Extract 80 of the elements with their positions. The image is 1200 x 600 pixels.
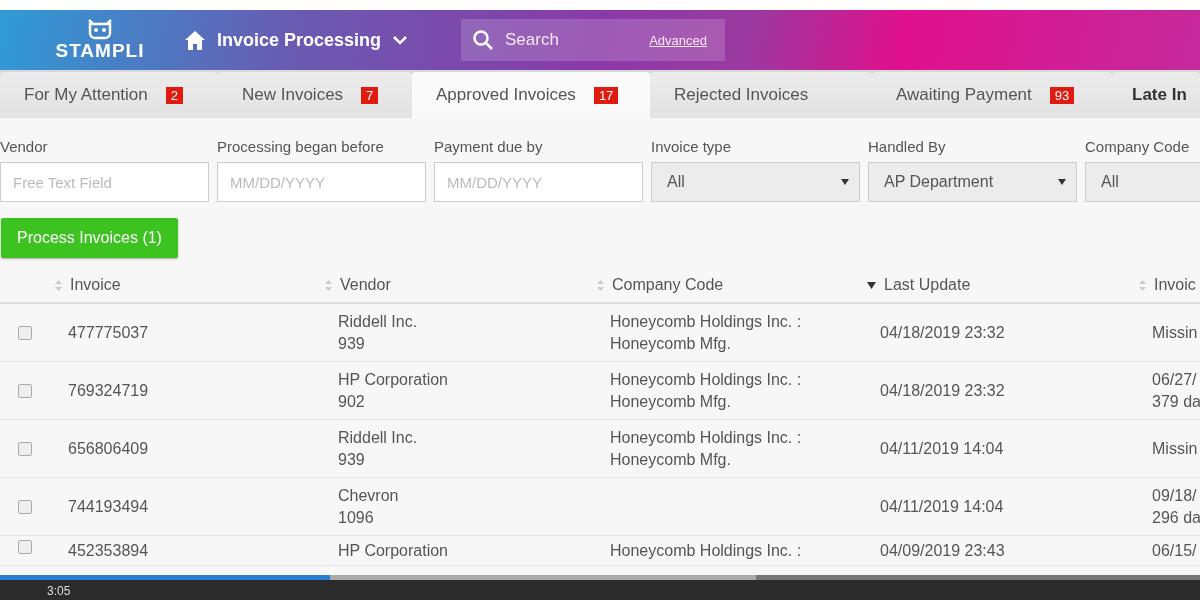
sort-icon[interactable] [55, 279, 62, 291]
filter-label: Company Code [1085, 138, 1191, 155]
row-checkbox[interactable] [18, 441, 32, 456]
table-cell-text: 04/18/2019 23:32 [880, 380, 1006, 401]
table-cell-text: Honeycomb Holdings Inc. : [610, 369, 803, 390]
filter-label: Invoice type [651, 138, 733, 155]
time-label: 3:05 [47, 584, 71, 598]
caret-icon [841, 179, 849, 185]
search-field[interactable]: Search Advanced [461, 19, 725, 61]
sort-icon[interactable] [597, 279, 604, 291]
caret-icon [1058, 179, 1066, 185]
table-cell-text: 477775037 [68, 322, 150, 343]
count-badge: 93 [1049, 86, 1075, 104]
tab[interactable]: New Invoices 7 [218, 72, 412, 118]
table-cell-text: 1096 [338, 507, 375, 528]
search-placeholder: Search [505, 30, 560, 50]
logo-text: STAMPLI [55, 40, 145, 62]
table-cell-text: Chevron [338, 485, 400, 506]
table-cell-text: Honeycomb Holdings Inc. : [610, 427, 803, 448]
table-cell-text: 939 [338, 449, 366, 470]
tab[interactable]: Late In [1112, 72, 1200, 118]
table-cell-text: Honeycomb Mfg. [610, 333, 732, 354]
dropdown[interactable]: All [651, 162, 860, 202]
input-field[interactable]: MM/DD/YYYY [434, 162, 643, 202]
tab[interactable]: Awaiting Payment 93 [872, 72, 1112, 118]
count-badge: 2 [165, 86, 183, 104]
input-field[interactable]: MM/DD/YYYY [217, 162, 426, 202]
filter-label: Processing began before [217, 138, 385, 155]
tab[interactable]: Approved Invoices 17 [412, 72, 650, 118]
table-cell-text: Honeycomb Mfg. [610, 449, 732, 470]
table-cell-text: Honeycomb Mfg. [610, 391, 732, 412]
table-cell-text: Honeycomb Holdings Inc. : [610, 311, 803, 332]
table-cell-text: 06/15/ [1152, 541, 1198, 561]
column-header[interactable]: Vendor [340, 276, 391, 294]
table-cell-text: Honeycomb Holdings Inc. : [610, 541, 803, 561]
table-cell-text: 656806409 [68, 438, 150, 459]
sort-icon[interactable] [325, 279, 332, 291]
table-cell-text: 939 [338, 333, 366, 354]
filter-label: Payment due by [434, 138, 544, 155]
column-header[interactable]: Company Code [612, 276, 724, 294]
filter-label: Vendor [0, 138, 49, 155]
dropdown[interactable]: AP Department [868, 162, 1077, 202]
row-checkbox[interactable] [18, 540, 32, 554]
table-cell-text: 769324719 [68, 380, 150, 401]
home-icon[interactable] [185, 30, 205, 50]
search-icon [473, 30, 493, 50]
row-checkbox[interactable] [18, 325, 32, 340]
table-cell-text: 04/18/2019 23:32 [880, 322, 1006, 343]
table-cell-text: Riddell Inc. [338, 427, 419, 448]
count-badge: 7 [361, 86, 379, 104]
row-checkbox[interactable] [18, 383, 32, 398]
table-cell-text: 452353894 [68, 541, 150, 561]
row-checkbox[interactable] [18, 499, 32, 514]
sort-descending-icon[interactable] [867, 281, 876, 289]
table-cell-text: HP Corporation [338, 369, 449, 390]
filter-label: Handled By [868, 138, 947, 155]
tab[interactable]: Rejected Invoices [650, 72, 872, 118]
advanced-search-link[interactable]: Advanced [649, 32, 707, 48]
column-header[interactable]: Last Update [884, 276, 971, 294]
table-cell-text: 744193494 [68, 496, 150, 517]
dropdown[interactable]: All [1085, 162, 1200, 202]
chevron-down-icon[interactable] [393, 35, 408, 45]
table-cell-text: HP Corporation [338, 541, 449, 561]
count-badge: 17 [593, 86, 619, 104]
app-menu[interactable]: Invoice Processing [217, 29, 382, 51]
input-field[interactable]: Free Text Field [0, 162, 209, 202]
table-cell-text: 04/09/2019 23:43 [880, 541, 1006, 561]
table-cell-text: 04/11/2019 14:04 [880, 496, 1005, 517]
table-cell-text: 09/18/ [1152, 485, 1198, 506]
sort-icon[interactable] [1139, 279, 1146, 291]
progress-track[interactable] [0, 575, 1200, 580]
table-cell-text: 06/27/ [1152, 369, 1198, 390]
column-header[interactable]: Invoice [70, 276, 121, 294]
column-header[interactable]: Invoic [1154, 276, 1196, 294]
table-cell-text: 902 [338, 391, 366, 412]
tab[interactable]: For My Attention 2 [0, 72, 218, 118]
table-cell-text: 04/11/2019 14:04 [880, 438, 1005, 459]
table-cell-text: Missin [1152, 322, 1199, 343]
table-cell-text: Riddell Inc. [338, 311, 419, 332]
table-cell-text: Missin [1152, 438, 1199, 459]
